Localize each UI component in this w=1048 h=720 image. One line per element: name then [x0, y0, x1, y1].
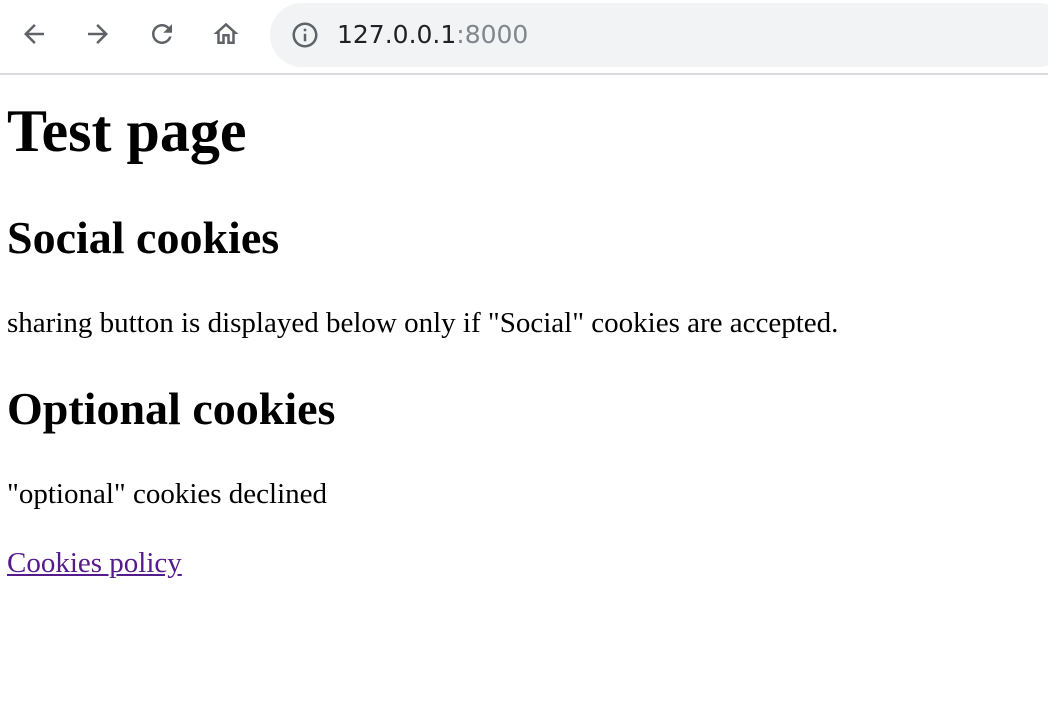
optional-cookies-text: "optional" cookies declined	[7, 478, 328, 510]
social-cookies-text: sharing button is displayed below only i…	[7, 307, 839, 339]
address-bar[interactable]: 127.0.0.1:8000	[270, 3, 1048, 67]
browser-toolbar: 127.0.0.1:8000	[0, 0, 1048, 75]
url-text[interactable]: 127.0.0.1:8000	[337, 19, 528, 51]
cookies-policy-link[interactable]: Cookies policy	[7, 547, 182, 579]
optional-cookies-heading: Optional cookies	[7, 383, 336, 434]
home-icon	[213, 22, 239, 44]
social-cookies-heading: Social cookies	[7, 212, 280, 263]
forward-arrow-icon	[88, 24, 108, 44]
back-arrow-icon	[24, 24, 44, 44]
reload-button[interactable]	[142, 14, 182, 54]
cookies-policy-paragraph: Cookies policy	[7, 543, 182, 583]
info-icon[interactable]	[290, 20, 320, 50]
home-button[interactable]	[206, 14, 246, 54]
reload-icon	[152, 24, 172, 44]
page-title: Test page	[7, 98, 247, 164]
url-port: :8000	[456, 20, 529, 49]
back-button[interactable]	[14, 14, 54, 54]
forward-button[interactable]	[78, 14, 118, 54]
url-host: 127.0.0.1	[337, 20, 457, 49]
